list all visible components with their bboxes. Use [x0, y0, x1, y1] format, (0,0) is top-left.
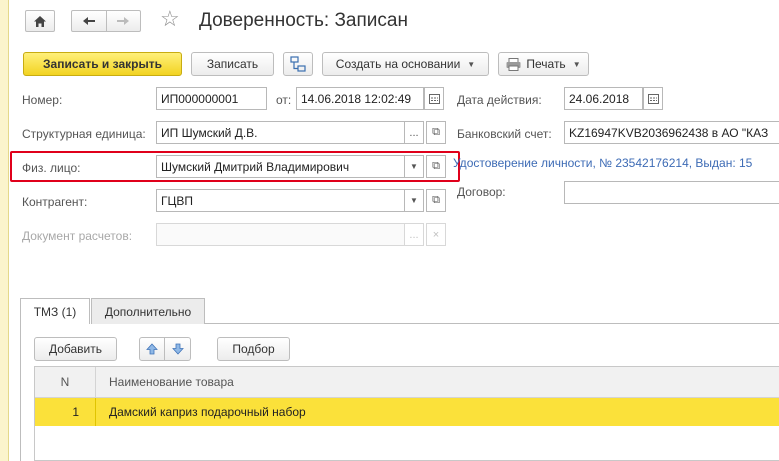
ellipsis-icon: ...	[409, 228, 419, 241]
highlight-frame	[10, 151, 460, 182]
nav-group	[71, 10, 141, 32]
contract-field[interactable]	[564, 181, 779, 204]
number-label: Номер:	[22, 93, 63, 107]
open-form-icon: ⧉	[432, 126, 440, 138]
structure-button[interactable]	[283, 52, 313, 76]
printer-icon	[506, 57, 521, 71]
tab-additional[interactable]: Дополнительно	[91, 298, 205, 324]
triangle-down-icon: ▼	[572, 59, 581, 69]
contractor-field[interactable]: ГЦВП	[156, 189, 405, 212]
table-row[interactable]: 1 Дамский каприз подарочный набор	[35, 398, 779, 426]
triangle-down-icon: ▼	[467, 59, 476, 69]
arrow-right-icon	[117, 17, 130, 25]
tab-panel-border	[20, 323, 21, 461]
from-label: от:	[276, 93, 292, 107]
unit-label: Структурная единица:	[22, 127, 146, 141]
row-product-name: Дамский каприз подарочный набор	[109, 405, 306, 419]
column-header-n[interactable]: N	[35, 375, 95, 389]
page-title: Доверенность: Записан	[199, 10, 408, 31]
contractor-dropdown-button[interactable]: ▼	[404, 189, 424, 212]
star-icon[interactable]: ☆	[160, 6, 180, 32]
create-based-on-button[interactable]: Создать на основании ▼	[322, 52, 489, 76]
bank-account-label: Банковский счет:	[457, 127, 552, 141]
date-field[interactable]: 14.06.2018 12:02:49	[296, 87, 424, 110]
valid-date-calendar-button[interactable]	[643, 87, 663, 110]
id-document-link[interactable]: Удостоверение личности, № 23542176214, В…	[453, 156, 752, 170]
settlement-clear-button: ×	[426, 223, 446, 246]
home-icon	[34, 15, 46, 27]
unit-select-button[interactable]: ...	[404, 121, 424, 144]
forward-button[interactable]	[107, 11, 141, 31]
tab-tmz[interactable]: ТМЗ (1)	[20, 298, 90, 324]
table-header: N Наименование товара	[35, 367, 779, 398]
unit-open-button[interactable]: ⧉	[426, 121, 446, 144]
home-button[interactable]	[25, 10, 55, 32]
settlement-doc-label: Документ расчетов:	[22, 229, 133, 243]
tab-divider	[205, 323, 779, 324]
add-row-button[interactable]: Добавить	[34, 337, 117, 361]
calendar-icon	[647, 93, 659, 104]
print-label: Печать	[526, 57, 566, 71]
back-button[interactable]	[72, 11, 107, 31]
valid-date-field[interactable]: 24.06.2018	[564, 87, 643, 110]
unit-field[interactable]: ИП Шумский Д.В.	[156, 121, 405, 144]
save-and-close-button[interactable]: Записать и закрыть	[23, 52, 182, 76]
contract-label: Договор:	[457, 185, 506, 199]
settlement-doc-field	[156, 223, 405, 246]
save-button[interactable]: Записать	[191, 52, 274, 76]
open-form-icon: ⧉	[432, 194, 440, 206]
contractor-label: Контрагент:	[22, 195, 88, 209]
arrow-left-icon	[82, 17, 95, 25]
column-header-name[interactable]: Наименование товара	[95, 375, 234, 389]
bank-account-field[interactable]: KZ16947KVB2036962438 в АО "КАЗ	[564, 121, 779, 144]
print-button[interactable]: Печать ▼	[498, 52, 589, 76]
structure-icon	[290, 56, 306, 72]
move-up-button[interactable]	[139, 337, 165, 361]
row-number: 1	[72, 405, 79, 419]
create-based-on-label: Создать на основании	[335, 57, 461, 71]
column-divider	[95, 398, 96, 426]
move-down-button[interactable]	[165, 337, 191, 361]
left-panel-edge	[0, 0, 9, 461]
arrow-up-icon	[146, 343, 158, 355]
valid-date-label: Дата действия:	[457, 93, 542, 107]
settlement-select-button: ...	[404, 223, 424, 246]
contractor-open-button[interactable]: ⧉	[426, 189, 446, 212]
calendar-icon	[428, 93, 440, 104]
triangle-down-icon: ▼	[410, 196, 418, 205]
pick-button[interactable]: Подбор	[217, 337, 290, 361]
ellipsis-icon: ...	[409, 126, 419, 139]
column-divider	[95, 367, 96, 397]
arrow-down-icon	[171, 343, 184, 355]
clear-x-icon: ×	[432, 228, 440, 241]
goods-table: N Наименование товара 1 Дамский каприз п…	[34, 366, 779, 461]
number-field[interactable]: ИП000000001	[156, 87, 267, 110]
date-calendar-button[interactable]	[424, 87, 444, 110]
